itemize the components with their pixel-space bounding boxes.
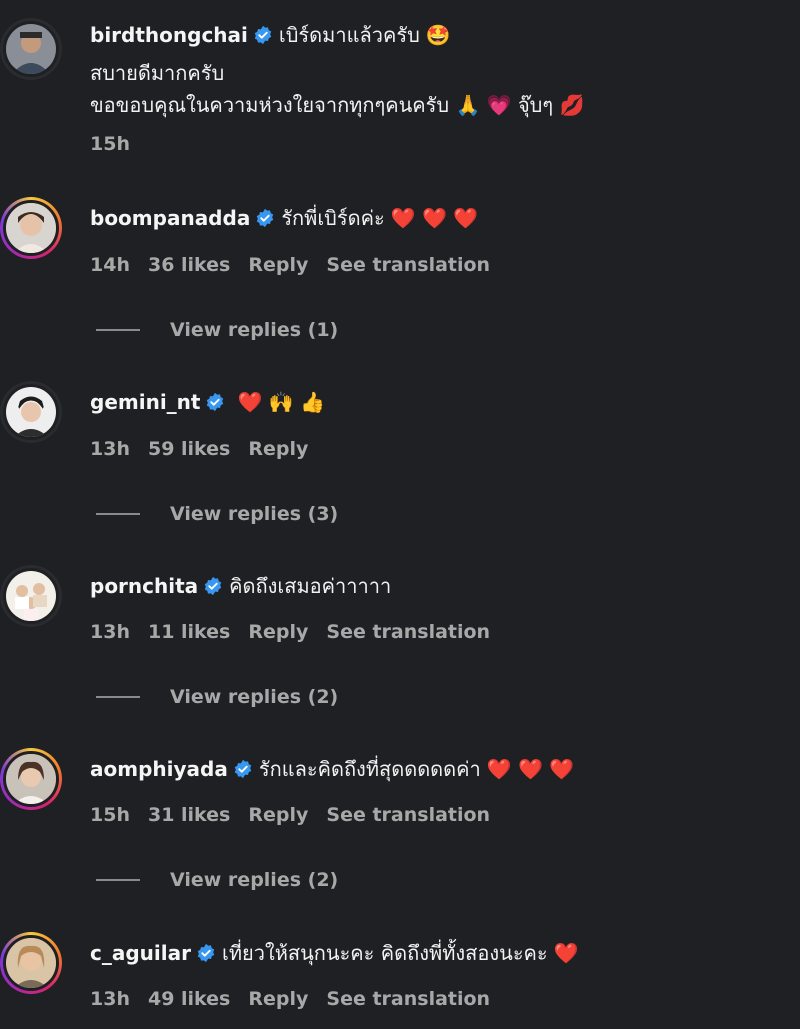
verified-badge-icon [207, 392, 224, 412]
view-replies-label: View replies (3) [170, 503, 339, 525]
view-replies-label: View replies (2) [170, 686, 339, 708]
divider [96, 513, 140, 515]
view-replies-label: View replies (1) [170, 319, 339, 341]
see-translation-link[interactable]: See translation [326, 988, 490, 1010]
reply-button[interactable]: Reply [248, 804, 308, 826]
comment-emoji: ❤️ 🙌 👍 [237, 390, 325, 414]
comment-time: 13h [90, 988, 130, 1010]
comment-time: 14h [90, 254, 130, 276]
comment-text: รักพี่เบิร์ดค่ะ [281, 206, 385, 230]
divider [96, 696, 140, 698]
username[interactable]: gemini_nt [90, 390, 200, 414]
view-replies-button[interactable]: View replies (2) [96, 684, 338, 710]
comment-text: เบิร์ดมาแล้วครับ [278, 23, 420, 47]
verified-badge-icon [234, 759, 252, 779]
avatar[interactable] [0, 18, 62, 80]
reply-button[interactable]: Reply [248, 438, 308, 460]
comment-emoji: ❤️ ❤️ ❤️ [390, 206, 479, 230]
comment-text-line: ขอขอบคุณในความห่วงใยจากทุกๆคนครับ 🙏 💗 จุ… [90, 93, 585, 117]
comment-text-line: สบายดีมากครับ [90, 61, 225, 85]
comment-emoji: ❤️ ❤️ ❤️ [486, 757, 575, 781]
comment-emoji: ❤️ [553, 941, 579, 965]
view-replies-button[interactable]: View replies (3) [96, 501, 338, 527]
comment-time: 15h [90, 804, 130, 826]
divider [96, 329, 140, 331]
verified-badge-icon [254, 25, 272, 45]
verified-badge-icon [197, 943, 215, 963]
username[interactable]: pornchita [90, 574, 198, 598]
see-translation-link[interactable]: See translation [326, 804, 490, 826]
reply-button[interactable]: Reply [248, 988, 308, 1010]
avatar[interactable] [0, 381, 62, 443]
avatar[interactable] [0, 197, 62, 259]
comment-text: คิดถึงเสมอค่าาาาา [229, 574, 392, 598]
divider [96, 879, 140, 881]
username[interactable]: boompanadda [90, 206, 250, 230]
comment-time: 13h [90, 621, 130, 643]
reply-button[interactable]: Reply [248, 621, 308, 643]
username[interactable]: aomphiyada [90, 757, 228, 781]
avatar[interactable] [0, 932, 62, 994]
likes-count[interactable]: 11 likes [148, 621, 230, 643]
view-replies-button[interactable]: View replies (2) [96, 867, 338, 893]
comment-text: เที่ยวให้สนุกนะคะ คิดถึงพี่ทั้งสองนะคะ [221, 941, 548, 965]
see-translation-link[interactable]: See translation [326, 621, 490, 643]
likes-count[interactable]: 31 likes [148, 804, 230, 826]
likes-count[interactable]: 36 likes [148, 254, 230, 276]
verified-badge-icon [204, 576, 222, 596]
username[interactable]: c_aguilar [90, 941, 191, 965]
comment-emoji: 🤩 [425, 23, 451, 47]
comment-text: รักและคิดถึงที่สุดดดดดค่า [258, 757, 481, 781]
verified-badge-icon [257, 208, 274, 228]
likes-count[interactable]: 59 likes [148, 438, 230, 460]
likes-count[interactable]: 49 likes [148, 988, 230, 1010]
comment-time: 13h [90, 438, 130, 460]
reply-button[interactable]: Reply [248, 254, 308, 276]
view-replies-label: View replies (2) [170, 869, 339, 891]
avatar[interactable] [0, 565, 62, 627]
avatar[interactable] [0, 748, 62, 810]
see-translation-link[interactable]: See translation [326, 254, 490, 276]
view-replies-button[interactable]: View replies (1) [96, 317, 338, 343]
username[interactable]: birdthongchai [90, 23, 248, 47]
comment-time: 15h [90, 133, 130, 155]
